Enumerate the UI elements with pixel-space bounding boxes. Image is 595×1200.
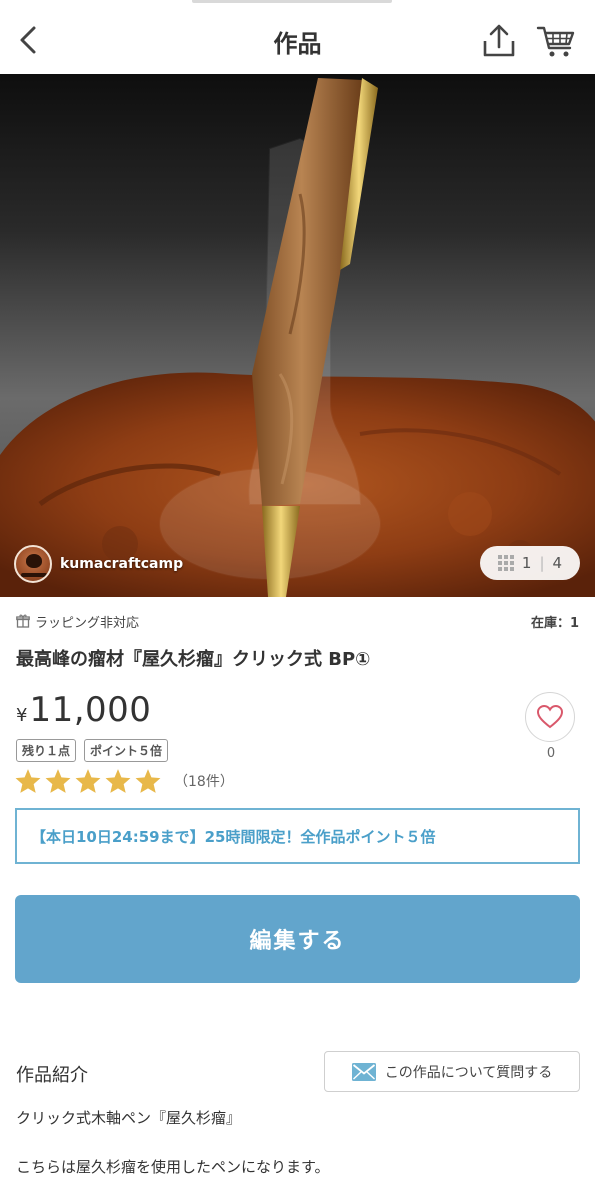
- bear-logo-icon: [26, 554, 42, 568]
- seller-name: kumacraftcamp: [60, 556, 184, 572]
- stock-label: 在庫：1: [530, 615, 579, 631]
- tag-remaining: 残り１点: [16, 739, 77, 762]
- star-icon: [135, 769, 161, 793]
- star-icon: [75, 769, 101, 793]
- gift-icon: [16, 614, 30, 628]
- description-line: クリック式木軸ペン『屋久杉瘤』: [16, 1109, 242, 1127]
- product-meta-row: ラッピング非対応 在庫：1: [16, 612, 579, 631]
- image-counter-button[interactable]: 1 | 4: [480, 546, 580, 580]
- description-heading: 作品紹介: [16, 1065, 88, 1086]
- ask-question-button[interactable]: この作品について質問する: [324, 1051, 580, 1092]
- tag-points: ポイント５倍: [84, 739, 169, 762]
- cart-button[interactable]: [534, 20, 578, 62]
- price: ¥ 11,000: [16, 690, 151, 730]
- avatar: [14, 545, 52, 583]
- wrapping-note-text: ラッピング非対応: [35, 615, 140, 631]
- review-count: （18件）: [174, 774, 234, 790]
- favorite-button[interactable]: [525, 692, 575, 742]
- app-header: 作品: [0, 0, 595, 74]
- favorite: 0: [525, 692, 577, 761]
- mail-icon: [351, 1062, 376, 1081]
- tag-list: 残り１点 ポイント５倍: [16, 739, 169, 762]
- status-bar-indicator: [192, 0, 392, 3]
- favorite-count: 0: [546, 746, 556, 761]
- currency-symbol: ¥: [16, 705, 28, 726]
- image-counter-current: 1: [521, 554, 532, 572]
- product-image-gallery[interactable]: kumacraftcamp 1 | 4: [0, 74, 595, 597]
- heart-icon: [537, 705, 563, 729]
- ask-question-label: この作品について質問する: [384, 1064, 553, 1081]
- image-counter-total: 4: [552, 554, 563, 572]
- star-icon: [15, 769, 41, 793]
- rating-stars: [14, 768, 162, 794]
- star-icon: [45, 769, 71, 793]
- product-title: 最高峰の瘤材『屋久杉瘤』クリック式 BP①: [16, 649, 371, 670]
- share-icon: [483, 24, 515, 57]
- grid-icon: [497, 555, 514, 571]
- rating[interactable]: （18件）: [14, 768, 234, 794]
- product-page: 作品 kumacraftcamp 1 | 4 ラッピング非対応 在庫：1 最高峰…: [0, 0, 595, 1200]
- star-icon: [105, 769, 131, 793]
- promo-banner[interactable]: 【本日10日24:59まで】25時間限定！全作品ポイント５倍: [15, 808, 580, 864]
- edit-button[interactable]: 編集する: [15, 895, 580, 983]
- image-counter-separator: |: [539, 554, 545, 572]
- product-photo: [0, 78, 595, 597]
- wrapping-note: ラッピング非対応: [16, 612, 139, 631]
- price-amount: 11,000: [29, 690, 152, 730]
- share-button[interactable]: [478, 20, 520, 62]
- seller-chip[interactable]: kumacraftcamp: [14, 544, 183, 584]
- cart-icon: [536, 26, 575, 57]
- description-line: こちらは屋久杉瘤を使用したペンになります。: [16, 1158, 330, 1176]
